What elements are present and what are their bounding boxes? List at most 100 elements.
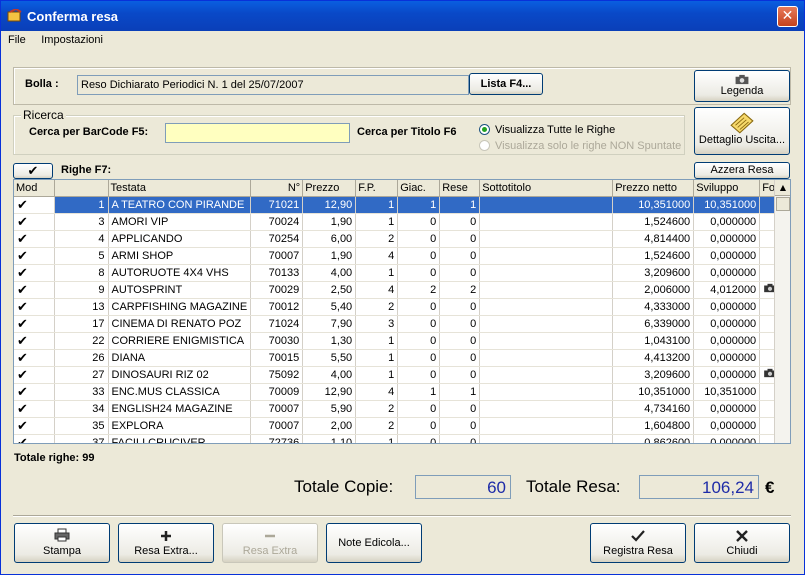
radio-non-spuntate[interactable]: Visualizza solo le righe NON Spuntate bbox=[479, 140, 681, 152]
row-sottotitolo bbox=[479, 264, 614, 282]
menu-impostazioni[interactable]: Impostazioni bbox=[34, 31, 108, 46]
registra-resa-button[interactable]: Registra Resa bbox=[590, 523, 686, 563]
row-prezzo: 5,90 bbox=[302, 400, 357, 418]
col-prezzo-netto[interactable]: Prezzo netto bbox=[612, 180, 695, 197]
row-sottotitolo bbox=[479, 332, 614, 350]
row-n: 71024 bbox=[250, 315, 304, 333]
row-rese: 0 bbox=[439, 230, 481, 248]
select-all-button[interactable]: ✔ bbox=[13, 163, 53, 179]
row-giac: 0 bbox=[397, 366, 441, 384]
barcode-input[interactable] bbox=[165, 123, 350, 143]
table-row[interactable]: ✔ 3 AMORI VIP 70024 1,90 1 0 0 1,524600 0,000000 bbox=[14, 213, 788, 231]
row-n: 70007 bbox=[250, 247, 304, 265]
chiudi-button[interactable]: Chiudi bbox=[694, 523, 790, 563]
row-rese: 0 bbox=[439, 213, 481, 231]
row-rese: 0 bbox=[439, 434, 481, 443]
row-mod-check[interactable]: ✔ bbox=[14, 349, 55, 367]
row-n: 70009 bbox=[250, 383, 304, 401]
col-sottotitolo[interactable]: Sottotitolo bbox=[479, 180, 614, 197]
col-prezzo[interactable]: Prezzo bbox=[302, 180, 357, 197]
table-row[interactable]: ✔ 9 AUTOSPRINT 70029 2,50 4 2 2 2,006000 4,012000 bbox=[14, 281, 788, 299]
dettaglio-uscita-button[interactable]: Dettaglio Uscita... bbox=[694, 107, 790, 155]
table-row[interactable]: ✔ 17 CINEMA DI RENATO POZ 71024 7,90 3 0 0 6,339… bbox=[14, 315, 788, 333]
row-mod-check[interactable]: ✔ bbox=[14, 281, 55, 299]
table-row[interactable]: ✔ 1 A TEATRO CON PIRANDE 71021 12,90 1 1 1 10,35… bbox=[14, 196, 788, 214]
row-prezzo: 4,00 bbox=[302, 366, 357, 384]
resa-extra-remove-button[interactable]: Resa Extra bbox=[222, 523, 318, 563]
note-edicola-button[interactable]: Note Edicola... bbox=[326, 523, 422, 563]
row-sottotitolo bbox=[479, 349, 614, 367]
table-row[interactable]: ✔ 34 ENGLISH24 MAGAZINE 70007 5,90 2 0 0 4,73416… bbox=[14, 400, 788, 418]
table-row[interactable]: ✔ 27 DINOSAURI RIZ 02 75092 4,00 1 0 0 3,209600 0… bbox=[14, 366, 788, 384]
row-testata: ENGLISH24 MAGAZINE bbox=[108, 400, 252, 418]
close-icon[interactable]: ✕ bbox=[777, 6, 798, 27]
row-giac: 1 bbox=[397, 196, 441, 214]
row-mod-check[interactable]: ✔ bbox=[14, 366, 55, 384]
row-sviluppo: 0,000000 bbox=[693, 366, 761, 384]
row-mod-check[interactable]: ✔ bbox=[14, 400, 55, 418]
scroll-thumb[interactable] bbox=[776, 197, 790, 211]
col-giac[interactable]: Giac. bbox=[397, 180, 441, 197]
row-n: 72736 bbox=[250, 434, 304, 443]
row-mod-check[interactable]: ✔ bbox=[14, 196, 55, 214]
row-testata: EXPLORA bbox=[108, 417, 252, 435]
vertical-scrollbar[interactable]: ▲ bbox=[774, 180, 790, 443]
col-num[interactable] bbox=[54, 180, 109, 197]
row-testata: DINOSAURI RIZ 02 bbox=[108, 366, 252, 384]
col-testata[interactable]: Testata bbox=[108, 180, 252, 197]
row-sviluppo: 0,000000 bbox=[693, 298, 761, 316]
row-sottotitolo bbox=[479, 400, 614, 418]
resa-extra-add-button[interactable]: Resa Extra... bbox=[118, 523, 214, 563]
col-mod[interactable]: Mod bbox=[14, 180, 55, 197]
col-rese[interactable]: Rese bbox=[439, 180, 481, 197]
table-row[interactable]: ✔ 4 APPLICANDO 70254 6,00 2 0 0 4,814400 0,000000 bbox=[14, 230, 788, 248]
row-fp: 1 bbox=[355, 332, 399, 350]
table-row[interactable]: ✔ 26 DIANA 70015 5,50 1 0 0 4,413200 0,000000 bbox=[14, 349, 788, 367]
azzera-resa-button[interactable]: Azzera Resa bbox=[694, 162, 790, 179]
stampa-button[interactable]: Stampa bbox=[14, 523, 110, 563]
row-mod-check[interactable]: ✔ bbox=[14, 383, 55, 401]
row-giac: 0 bbox=[397, 247, 441, 265]
table-row[interactable]: ✔ 22 CORRIERE ENIGMISTICA 70030 1,30 1 0 0 1,043… bbox=[14, 332, 788, 350]
totale-copie-value: 60 bbox=[415, 475, 511, 499]
row-sviluppo: 0,000000 bbox=[693, 315, 761, 333]
row-testata: ARMI SHOP bbox=[108, 247, 252, 265]
row-num: 27 bbox=[54, 366, 109, 384]
bolla-field: Reso Dichiarato Periodici N. 1 del 25/07… bbox=[77, 75, 469, 95]
row-prezzo-netto: 1,604800 bbox=[612, 417, 695, 435]
table-row[interactable]: ✔ 35 EXPLORA 70007 2,00 2 0 0 1,604800 0,000000 bbox=[14, 417, 788, 435]
radio-all-rows-label: Visualizza Tutte le Righe bbox=[495, 124, 616, 136]
radio-all-rows[interactable]: Visualizza Tutte le Righe bbox=[479, 124, 615, 136]
scroll-up-icon[interactable]: ▲ bbox=[775, 180, 790, 196]
row-sottotitolo bbox=[479, 196, 614, 214]
row-mod-check[interactable]: ✔ bbox=[14, 315, 55, 333]
col-n[interactable]: N° bbox=[250, 180, 304, 197]
row-mod-check[interactable]: ✔ bbox=[14, 247, 55, 265]
row-n: 70254 bbox=[250, 230, 304, 248]
row-mod-check[interactable]: ✔ bbox=[14, 213, 55, 231]
col-sviluppo[interactable]: Sviluppo bbox=[693, 180, 761, 197]
table-row[interactable]: ✔ 13 CARPFISHING MAGAZINE 70012 5,40 2 0 0 4,333… bbox=[14, 298, 788, 316]
legenda-button[interactable]: Legenda bbox=[694, 70, 790, 102]
row-rese: 1 bbox=[439, 383, 481, 401]
row-mod-check[interactable]: ✔ bbox=[14, 298, 55, 316]
table-row[interactable]: ✔ 33 ENC.MUS CLASSICA 70009 12,90 4 1 1 10,35100… bbox=[14, 383, 788, 401]
row-mod-check[interactable]: ✔ bbox=[14, 230, 55, 248]
menu-file[interactable]: File bbox=[1, 31, 31, 46]
row-giac: 0 bbox=[397, 332, 441, 350]
row-sottotitolo bbox=[479, 247, 614, 265]
col-fp[interactable]: F.P. bbox=[355, 180, 399, 197]
row-prezzo: 5,50 bbox=[302, 349, 357, 367]
table-row[interactable]: ✔ 8 AUTORUOTE 4X4 VHS 70133 4,00 1 0 0 3,209600 0… bbox=[14, 264, 788, 282]
row-mod-check[interactable]: ✔ bbox=[14, 264, 55, 282]
table-row[interactable]: ✔ 5 ARMI SHOP 70007 1,90 4 0 0 1,524600 0,000000 bbox=[14, 247, 788, 265]
table-row[interactable]: ✔ 37 FACILI CRUCIVER. 72736 1,10 1 0 0 0,862600 0… bbox=[14, 434, 788, 443]
lista-button[interactable]: Lista F4... bbox=[469, 73, 543, 95]
row-rese: 2 bbox=[439, 281, 481, 299]
row-prezzo-netto: 3,209600 bbox=[612, 264, 695, 282]
row-mod-check[interactable]: ✔ bbox=[14, 434, 55, 443]
row-mod-check[interactable]: ✔ bbox=[14, 332, 55, 350]
row-mod-check[interactable]: ✔ bbox=[14, 417, 55, 435]
azzera-resa-label: Azzera Resa bbox=[710, 164, 774, 176]
row-num: 34 bbox=[54, 400, 109, 418]
